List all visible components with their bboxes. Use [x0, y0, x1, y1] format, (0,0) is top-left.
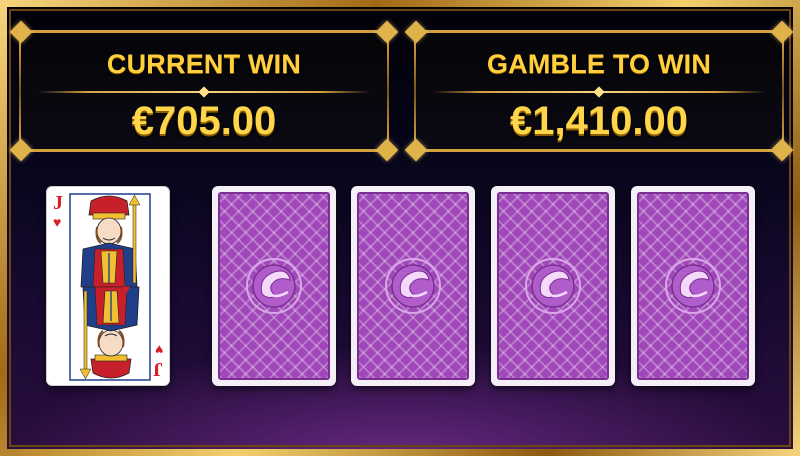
- gamble-screen: CURRENT WIN €705.00 GAMBLE TO WIN €1,410…: [0, 0, 800, 456]
- current-win-panel: CURRENT WIN €705.00: [9, 20, 399, 162]
- card-back-logo-icon: [525, 258, 581, 314]
- corner-ornament-icon: [375, 20, 399, 44]
- corner-ornament-icon: [770, 20, 794, 44]
- heart-icon: ♥: [53, 214, 62, 230]
- card-back-pattern: [218, 192, 330, 380]
- card-back-pattern: [497, 192, 609, 380]
- divider-gem-icon: [593, 86, 605, 98]
- svg-text:♥: ♥: [123, 282, 130, 296]
- current-win-amount: €705.00: [131, 99, 277, 143]
- corner-ornament-icon: [404, 20, 428, 44]
- card-back-pattern: [357, 192, 469, 380]
- heart-icon: ♥: [154, 342, 163, 358]
- panel-divider: [37, 86, 371, 98]
- gamble-to-win-amount: €1,410.00: [510, 99, 688, 143]
- card-back-logo-icon: [385, 258, 441, 314]
- corner-ornament-icon: [9, 20, 33, 44]
- card-back-pattern: [637, 192, 749, 380]
- gamble-to-win-label: GAMBLE TO WIN: [486, 49, 712, 79]
- dealer-card-jack-of-hearts: J ♥ ♥ ♥ J: [46, 186, 170, 386]
- card-back-logo-icon: [246, 258, 302, 314]
- divider-gem-icon: [198, 86, 210, 98]
- choice-card-2[interactable]: [351, 186, 475, 386]
- card-back-logo-icon: [665, 258, 721, 314]
- choice-card-3[interactable]: [491, 186, 615, 386]
- card-rank: J: [153, 358, 163, 380]
- jack-portrait-icon: ♥: [69, 193, 151, 381]
- panel-divider: [432, 86, 766, 98]
- choice-card-1[interactable]: [212, 186, 336, 386]
- gamble-to-win-panel: GAMBLE TO WIN €1,410.00: [404, 20, 794, 162]
- card-rank: J: [53, 192, 63, 214]
- current-win-label: CURRENT WIN: [106, 49, 302, 79]
- choice-card-4[interactable]: [631, 186, 755, 386]
